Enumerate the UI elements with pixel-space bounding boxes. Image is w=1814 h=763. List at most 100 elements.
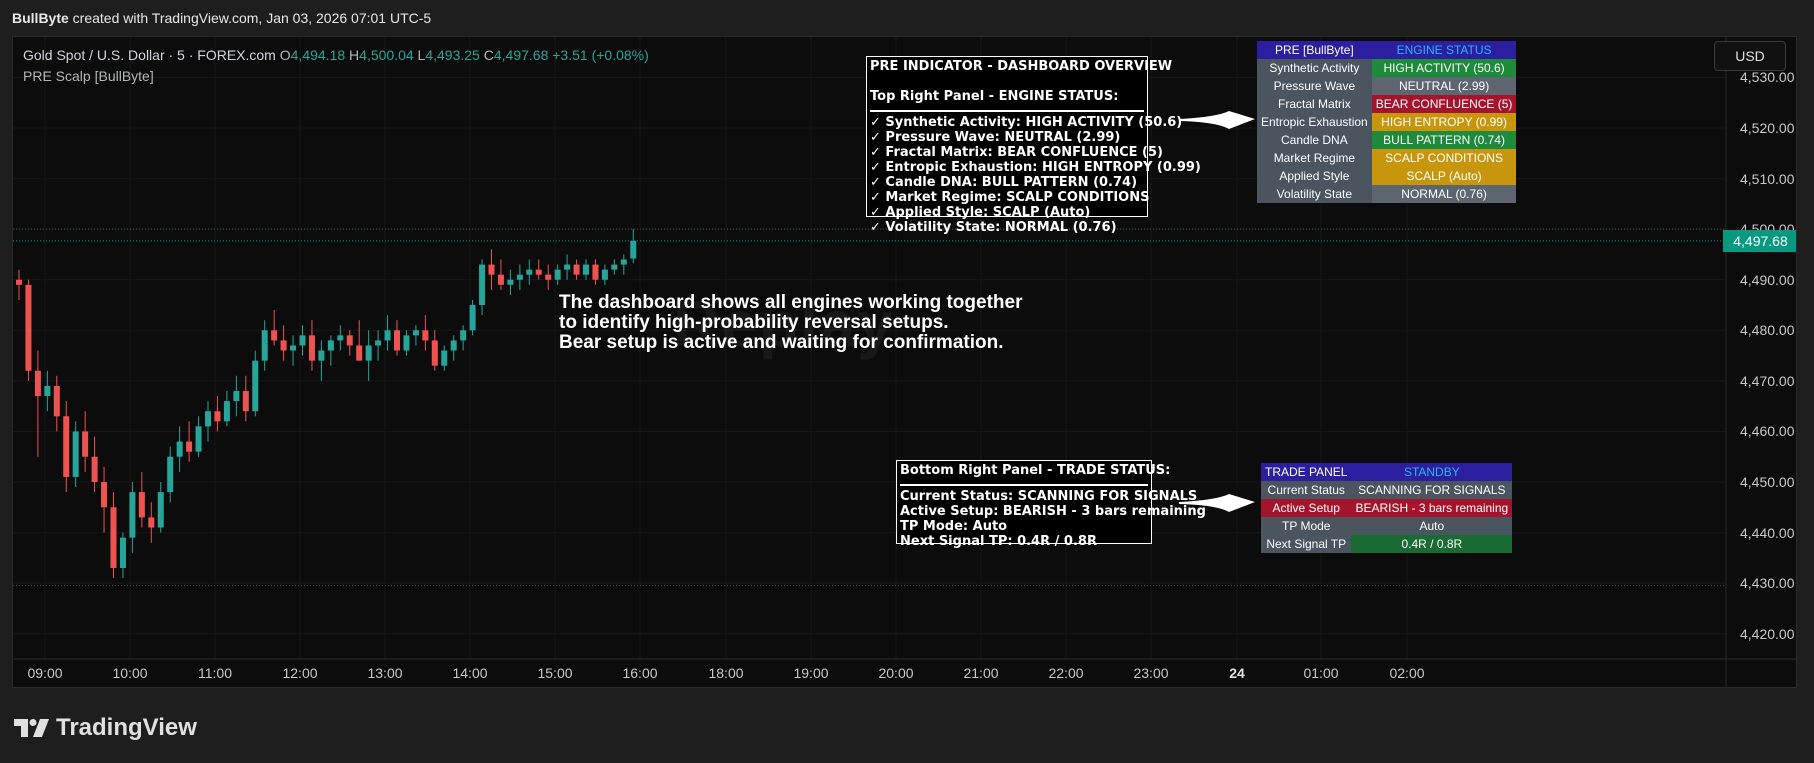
candle-body: [583, 264, 589, 275]
price-tick: 4,520.00: [1740, 120, 1795, 137]
overview-item: ✓ Candle DNA: BULL PATTERN (0.74): [870, 175, 1138, 190]
trade-row: Active Setup BEARISH - 3 bars remaining: [1261, 499, 1513, 517]
change-value: +3.51 (+0.08%): [552, 47, 649, 63]
candle-body: [630, 240, 637, 259]
close-value: 4,497.68: [493, 47, 549, 63]
annotation-line-2: to identify high-probability reversal se…: [559, 312, 949, 333]
candle-body: [308, 335, 315, 361]
time-tick: 12:00: [282, 665, 318, 681]
candle-body: [261, 330, 268, 361]
price-axis[interactable]: 4,530.004,520.004,510.004,500.004,490.00…: [1726, 37, 1796, 687]
trade-row-value: 0.4R / 0.8R: [1351, 535, 1513, 553]
candle-body: [327, 340, 334, 351]
trade-row: Current Status SCANNING FOR SIGNALS: [1261, 481, 1513, 499]
engine-row-label: Volatility State: [1257, 185, 1372, 203]
time-tick: 22:00: [1048, 665, 1084, 681]
last-price-label: 4,497.68: [1723, 229, 1796, 252]
candle-body: [157, 492, 164, 528]
candle-body: [25, 284, 32, 371]
candle-body: [384, 330, 391, 341]
trade-row-label: Current Status: [1261, 481, 1352, 499]
price-tick: 4,470.00: [1740, 372, 1795, 389]
time-tick: 23:00: [1133, 665, 1169, 681]
annotation-line-1: The dashboard shows all engines working …: [559, 292, 1023, 313]
candle-body: [290, 345, 297, 351]
engine-row: Synthetic Activity HIGH ACTIVITY (50.6): [1257, 59, 1517, 77]
overview-item: ✓ Entropic Exhaustion: HIGH ENTROPY (0.9…: [870, 160, 1201, 175]
candle-body: [63, 416, 70, 477]
time-tick: 14:00: [452, 665, 488, 681]
candle-body: [242, 390, 249, 412]
overview-item: ✓ Applied Style: SCALP (Auto): [870, 205, 1091, 220]
candle-body: [441, 350, 448, 366]
candle-body: [403, 335, 410, 351]
candle-body: [412, 330, 419, 336]
price-tick: 4,490.00: [1740, 271, 1795, 288]
candle-body: [53, 385, 60, 417]
candle-body: [564, 264, 571, 270]
symbol-legend[interactable]: Gold Spot / U.S. Dollar · 5 · FOREX.com …: [23, 47, 649, 63]
candle-body: [488, 264, 495, 275]
price-tick: 4,450.00: [1740, 474, 1795, 490]
close-label: C: [483, 47, 494, 63]
trade-note-item: TP Mode: Auto: [900, 519, 1008, 534]
trade-note-item: Current Status: SCANNING FOR SIGNALS: [900, 489, 1198, 504]
candle-body: [167, 456, 174, 493]
candle-body: [101, 482, 108, 508]
arrow-to-trade-panel-icon: [1179, 494, 1255, 512]
candle-body: [138, 492, 145, 518]
time-tick: 01:00: [1303, 665, 1339, 681]
symbol-name: Gold Spot / U.S. Dollar · 5 · FOREX.com: [23, 47, 276, 63]
engine-row-label: Pressure Wave: [1257, 77, 1372, 95]
tradingview-logo[interactable]: TradingView: [14, 714, 197, 742]
candle-body: [611, 264, 618, 270]
candle-body: [119, 537, 126, 568]
candle-body: [346, 335, 353, 346]
trade-note-item: Next Signal TP: 0.4R / 0.8R: [900, 534, 1097, 549]
trade-row-label: TP Mode: [1261, 517, 1352, 535]
chart-pane[interactable]: Replay Gold Spot / U.S. Dollar · 5 · FOR…: [12, 36, 1797, 688]
trade-panel-status: STANDBY: [1351, 463, 1513, 481]
trade-row-value: BEARISH - 3 bars remaining: [1351, 499, 1513, 517]
trade-row-value: SCANNING FOR SIGNALS: [1351, 481, 1513, 499]
engine-row-label: Candle DNA: [1257, 131, 1372, 149]
engine-row-value: BEAR CONFLUENCE (5): [1371, 95, 1517, 113]
candle-body: [545, 274, 552, 280]
candle-body: [195, 426, 202, 452]
candle-body: [526, 269, 533, 275]
engine-row-value: BULL PATTERN (0.74): [1371, 131, 1517, 149]
candle-body: [233, 390, 240, 402]
candle-body: [592, 264, 599, 280]
engine-row-value: HIGH ACTIVITY (50.6): [1371, 59, 1517, 77]
arrow-to-engine-panel-icon: [1179, 111, 1255, 129]
time-axis[interactable]: 09:00 10:00 11:00 12:00 13:00 14:00 15:00 16:00…: [13, 659, 1726, 687]
candle-body: [497, 274, 504, 285]
high-label: H: [349, 47, 360, 63]
trade-row-value: Auto: [1351, 517, 1513, 535]
caption-text: created with TradingView.com, Jan 03, 20…: [68, 10, 432, 26]
candle-body: [601, 269, 608, 280]
indicator-legend[interactable]: PRE Scalp [BullByte]: [23, 68, 154, 84]
chart-caption: BullByte created with TradingView.com, J…: [12, 10, 431, 26]
engine-row: Fractal Matrix BEAR CONFLUENCE (5): [1257, 95, 1517, 113]
time-tick: 15:00: [537, 665, 573, 681]
engine-row-value: SCALP CONDITIONS: [1371, 149, 1517, 167]
engine-row-label: Entropic Exhaustion: [1257, 113, 1372, 131]
candle-body: [129, 492, 136, 538]
engine-row: Entropic Exhaustion HIGH ENTROPY (0.99): [1257, 113, 1517, 131]
engine-row-value: NEUTRAL (2.99): [1371, 77, 1517, 95]
engine-row-label: Market Regime: [1257, 149, 1372, 167]
candle-body: [554, 269, 561, 280]
trade-panel-header: TRADE PANEL STANDBY: [1261, 463, 1513, 481]
time-tick: 16:00: [622, 665, 658, 681]
engine-row: Candle DNA BULL PATTERN (0.74): [1257, 131, 1517, 149]
engine-row-value: SCALP (Auto): [1371, 167, 1517, 185]
overview-title: PRE INDICATOR - DASHBOARD OVERVIEW: [870, 59, 1173, 74]
time-tick: 18:00: [708, 665, 744, 681]
open-value: 4,494.18: [290, 47, 346, 63]
candle-body: [431, 340, 438, 366]
trade-note-title: Bottom Right Panel - TRADE STATUS:: [900, 463, 1171, 478]
engine-panel-status: ENGINE STATUS: [1371, 41, 1517, 59]
engine-row-value: HIGH ENTROPY (0.99): [1371, 113, 1517, 131]
price-tick: 4,460.00: [1740, 423, 1795, 440]
